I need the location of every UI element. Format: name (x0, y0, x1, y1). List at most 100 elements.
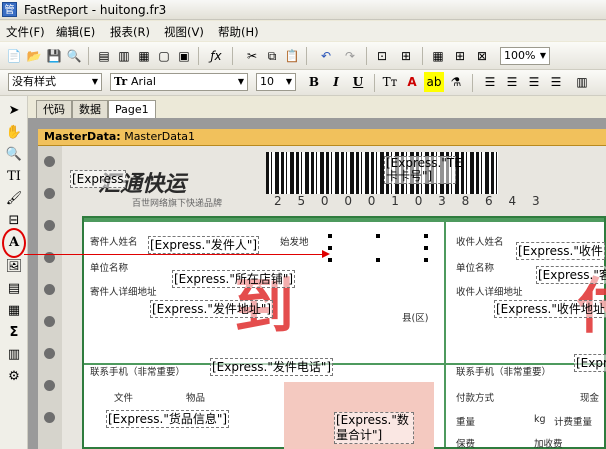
sender-phone-field[interactable]: [Express."发件电话"] (210, 358, 334, 376)
sender-field[interactable]: [Express."发件人"] (148, 236, 260, 254)
redo-icon[interactable]: ↷ (340, 46, 360, 66)
new-page-icon[interactable]: ▥ (114, 46, 134, 66)
resize-handle[interactable] (328, 234, 332, 238)
fit-grid-icon[interactable]: ⊠ (472, 46, 492, 66)
underline-button[interactable]: U (348, 72, 368, 92)
menu-file[interactable]: 文件(F) (6, 24, 45, 40)
highlight-icon[interactable]: ab (424, 72, 444, 92)
picture-object-icon[interactable]: 🖼 (4, 256, 24, 276)
resize-handle[interactable] (424, 258, 428, 262)
tab-page1[interactable]: Page1 (108, 100, 156, 118)
receiver-address-label: 收件人详细地址 (456, 287, 523, 298)
resize-handle[interactable] (424, 246, 428, 250)
express-barcode-field[interactable]: [Express."TE卡卡号"] (384, 156, 462, 184)
new-file-icon[interactable]: 📄 (4, 46, 24, 66)
new-dialog-icon[interactable]: ▦ (134, 46, 154, 66)
system-text-icon[interactable]: ▦ (4, 300, 24, 320)
standard-toolbar: 📄 📂 💾 🔍 ▤ ▥ ▦ ▢ ▣ ƒx ✂ ⧉ 📋 ↶ ↷ ⊡ ⊞ ▦ ⊞ ⊠… (0, 42, 606, 70)
rotate-icon[interactable]: ▥ (572, 72, 592, 92)
billing-weight-label: 计费重量 (554, 417, 593, 428)
menu-help[interactable]: 帮助(H) (218, 24, 259, 40)
paste-icon[interactable]: 📋 (282, 46, 302, 66)
font-settings-icon[interactable]: Tт (380, 72, 400, 92)
text-edit-icon[interactable]: TI (4, 166, 24, 186)
cut-icon[interactable]: ✂ (242, 46, 262, 66)
perforation-strip (38, 146, 62, 449)
cash-label: 现金 (580, 393, 600, 404)
function-icon[interactable]: ƒx (206, 46, 226, 66)
menu-view[interactable]: 视图(V) (164, 24, 204, 40)
grid-icon[interactable]: ▦ (428, 46, 448, 66)
resize-handle[interactable] (424, 234, 428, 238)
style-select[interactable]: 没有样式 ▼ (8, 73, 102, 91)
group-icon[interactable]: ⊡ (372, 46, 392, 66)
menu-report[interactable]: 报表(R) (110, 24, 150, 40)
page-tabs: 代码 数据 Page1 (28, 96, 606, 118)
annotation-circle (2, 228, 26, 258)
resize-handle[interactable] (328, 258, 332, 262)
new-report-icon[interactable]: ▤ (94, 46, 114, 66)
title-bar: 管 FastReport - huitong.fr3 (0, 0, 606, 20)
select-arrow-icon[interactable]: ➤ (4, 100, 24, 120)
resize-handle[interactable] (376, 234, 380, 238)
hand-icon[interactable]: ✋ (4, 122, 24, 142)
font-color-icon[interactable]: A (402, 72, 422, 92)
align-right-icon[interactable]: ☰ (524, 72, 544, 92)
chevron-down-icon: ▼ (285, 77, 292, 86)
font-select[interactable]: Tr Arial ▼ (110, 73, 248, 91)
quantity-total-field[interactable]: [Express."数量合计"] (334, 412, 414, 444)
receiver-name-label: 收件人姓名 (456, 237, 504, 248)
align-justify-icon[interactable]: ☰ (546, 72, 566, 92)
band-type: MasterData: (44, 130, 121, 143)
resize-handle[interactable] (376, 258, 380, 262)
align-grid-icon[interactable]: ⊞ (450, 46, 470, 66)
sender-name-label: 寄件人姓名 (90, 237, 138, 248)
band-name: MasterData1 (124, 130, 196, 143)
highlight-attr-icon[interactable]: ⚗ (446, 72, 466, 92)
open-folder-icon[interactable]: 📂 (24, 46, 44, 66)
extra-fee-label: 加收费 (534, 439, 563, 449)
receiver-unit-label: 单位名称 (456, 263, 495, 274)
tab-code[interactable]: 代码 (36, 100, 72, 118)
report-page[interactable]: 汇通快运 百世网络旗下快递品牌 2 5 0 0 0 1 0 3 8 6 4 3 … (38, 146, 606, 449)
receiver-contact-label: 联系手机（非常重要） (456, 367, 552, 378)
sender-address-field[interactable]: [Express."发件地址"] (150, 300, 274, 318)
bold-button[interactable]: B (304, 72, 324, 92)
delete-page-icon[interactable]: ▢ (154, 46, 174, 66)
tools-icon[interactable]: ⚙ (4, 366, 24, 386)
zoom-select[interactable]: 100% ▼ (500, 47, 550, 65)
tab-data[interactable]: 数据 (72, 100, 108, 118)
menu-edit[interactable]: 编辑(E) (56, 24, 95, 40)
preview-icon[interactable]: 🔍 (64, 46, 84, 66)
annotation-arrow (24, 254, 328, 255)
masterdata-band-header[interactable]: MasterData: MasterData1 (38, 129, 606, 146)
goods-info-field[interactable]: [Express."货品信息"] (106, 410, 230, 428)
kg-label: kg (534, 414, 546, 425)
brand-slogan: 百世网络旗下快递品牌 (132, 199, 223, 209)
sum-icon[interactable]: Σ (4, 322, 24, 342)
contact-label: 联系手机（非常重要） (90, 367, 186, 378)
zoom-icon[interactable]: 🔍 (4, 144, 24, 164)
page-settings-icon[interactable]: ▣ (174, 46, 194, 66)
align-left-icon[interactable]: ☰ (480, 72, 500, 92)
menu-bar: 文件(F) 编辑(E) 报表(R) 视图(V) 帮助(H) (0, 21, 606, 41)
undo-icon[interactable]: ↶ (316, 46, 336, 66)
receiver-field[interactable]: [Express."收件 (516, 242, 605, 260)
ungroup-icon[interactable]: ⊞ (396, 46, 416, 66)
receiver-extra-field[interactable]: [Express."客 (536, 266, 606, 284)
express-top-left-field[interactable]: [Express (70, 170, 126, 188)
align-center-icon[interactable]: ☰ (502, 72, 522, 92)
receiver-address-field[interactable]: [Express."收件地址 (494, 300, 606, 318)
copy-icon[interactable]: ⧉ (262, 46, 282, 66)
district-label: 县(区) (402, 313, 429, 324)
database-icon[interactable]: ▥ (4, 344, 24, 364)
save-icon[interactable]: 💾 (44, 46, 64, 66)
format-painter-icon[interactable]: 🖌 (4, 188, 24, 208)
doc-checkbox-label: 文件 (114, 393, 134, 404)
receiver-phone-field[interactable]: [Express (574, 354, 606, 372)
shop-field[interactable]: [Express."所在店铺"] (172, 270, 296, 288)
italic-button[interactable]: I (326, 72, 346, 92)
font-size-select[interactable]: 10 ▼ (256, 73, 296, 91)
subreport-icon[interactable]: ▤ (4, 278, 24, 298)
insert-band-icon[interactable]: ⊟ (4, 210, 24, 230)
